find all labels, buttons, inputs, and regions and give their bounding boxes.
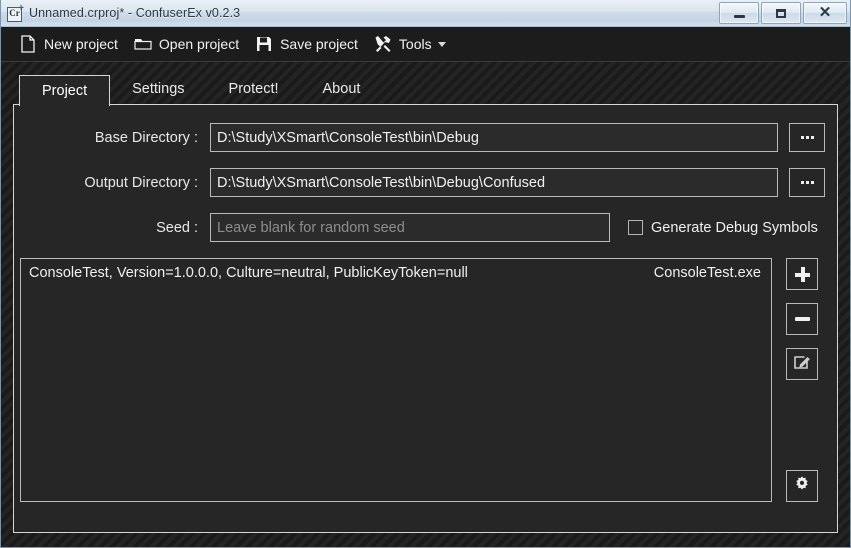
new-project-label: New project — [44, 36, 118, 52]
generate-debug-symbols-label: Generate Debug Symbols — [651, 219, 818, 236]
tools-button[interactable]: Tools — [366, 31, 454, 58]
base-directory-browse-button[interactable] — [789, 123, 825, 152]
base-directory-row: Base Directory : — [14, 123, 837, 152]
tab-project[interactable]: Project — [19, 75, 111, 106]
close-button[interactable]: ✕ — [803, 2, 847, 24]
app-window: Cr + Unnamed.crproj* - ConfuserEx v0.2.3… — [0, 0, 851, 548]
maximize-icon — [776, 8, 786, 18]
main-toolbar: New project Open project Save project To… — [1, 27, 850, 62]
caption-button-group: ✕ — [719, 2, 847, 24]
base-directory-label: Base Directory : — [94, 129, 198, 146]
gear-icon — [793, 475, 811, 498]
project-tab-panel: Base Directory : Output Directory : — [13, 104, 838, 533]
module-list[interactable]: ConsoleTest, Version=1.0.0.0, Culture=ne… — [20, 258, 772, 502]
project-form: Base Directory : Output Directory : — [14, 105, 837, 242]
edit-pencil-icon — [793, 352, 812, 376]
tab-about-label: About — [322, 81, 361, 97]
module-list-area: ConsoleTest, Version=1.0.0.0, Culture=ne… — [14, 258, 837, 502]
ellipsis-icon — [800, 181, 814, 184]
title-bar: Cr + Unnamed.crproj* - ConfuserEx v0.2.3… — [1, 0, 850, 27]
generate-debug-symbols-checkbox[interactable]: Generate Debug Symbols — [628, 220, 818, 236]
maximize-button[interactable] — [761, 2, 801, 24]
minimize-button[interactable] — [719, 2, 759, 24]
open-folder-icon — [134, 35, 152, 53]
module-assembly-name: ConsoleTest, Version=1.0.0.0, Culture=ne… — [29, 265, 468, 281]
tab-about[interactable]: About — [301, 74, 383, 105]
base-directory-input[interactable] — [210, 123, 778, 152]
workspace-background: Project Settings Protect! About Base Dir… — [1, 62, 850, 547]
seed-input[interactable] — [210, 213, 610, 242]
plus-icon — [794, 266, 810, 282]
open-project-label: Open project — [158, 36, 240, 52]
remove-module-button[interactable] — [786, 303, 818, 335]
module-file-name: ConsoleTest.exe — [653, 265, 761, 281]
tab-protect[interactable]: Protect! — [207, 74, 301, 105]
minimize-icon — [733, 15, 745, 18]
tools-wrench-icon — [374, 35, 392, 53]
new-file-icon — [19, 35, 37, 53]
module-actions — [782, 258, 822, 502]
output-directory-label: Output Directory : — [84, 174, 198, 191]
seed-row: Seed : Generate Debug Symbols — [14, 213, 837, 242]
list-item[interactable]: ConsoleTest, Version=1.0.0.0, Culture=ne… — [21, 259, 771, 281]
module-settings-button[interactable] — [786, 470, 818, 502]
checkbox-box-icon — [628, 220, 643, 235]
save-project-label: Save project — [280, 36, 358, 52]
seed-label: Seed : — [156, 219, 198, 236]
output-directory-browse-button[interactable] — [789, 168, 825, 197]
tools-label: Tools — [398, 36, 432, 52]
new-project-button[interactable]: New project — [11, 31, 126, 58]
tab-protect-label: Protect! — [228, 81, 279, 97]
ellipsis-icon — [800, 136, 814, 139]
tab-settings-label: Settings — [132, 81, 185, 97]
output-directory-row: Output Directory : — [14, 168, 837, 197]
window-title: Unnamed.crproj* - ConfuserEx v0.2.3 — [29, 6, 241, 20]
edit-module-button[interactable] — [786, 348, 818, 380]
tab-bar: Project Settings Protect! About — [13, 74, 838, 106]
save-project-button[interactable]: Save project — [247, 31, 366, 58]
add-module-button[interactable] — [786, 258, 818, 290]
tab-settings[interactable]: Settings — [110, 74, 206, 105]
open-project-button[interactable]: Open project — [126, 31, 247, 58]
floppy-save-icon — [255, 35, 273, 53]
chevron-down-icon — [437, 41, 446, 47]
output-directory-input[interactable] — [210, 168, 778, 197]
minus-icon — [794, 317, 810, 321]
close-icon: ✕ — [818, 3, 832, 21]
tab-project-label: Project — [42, 83, 88, 99]
app-logo-icon: Cr + — [6, 3, 24, 22]
